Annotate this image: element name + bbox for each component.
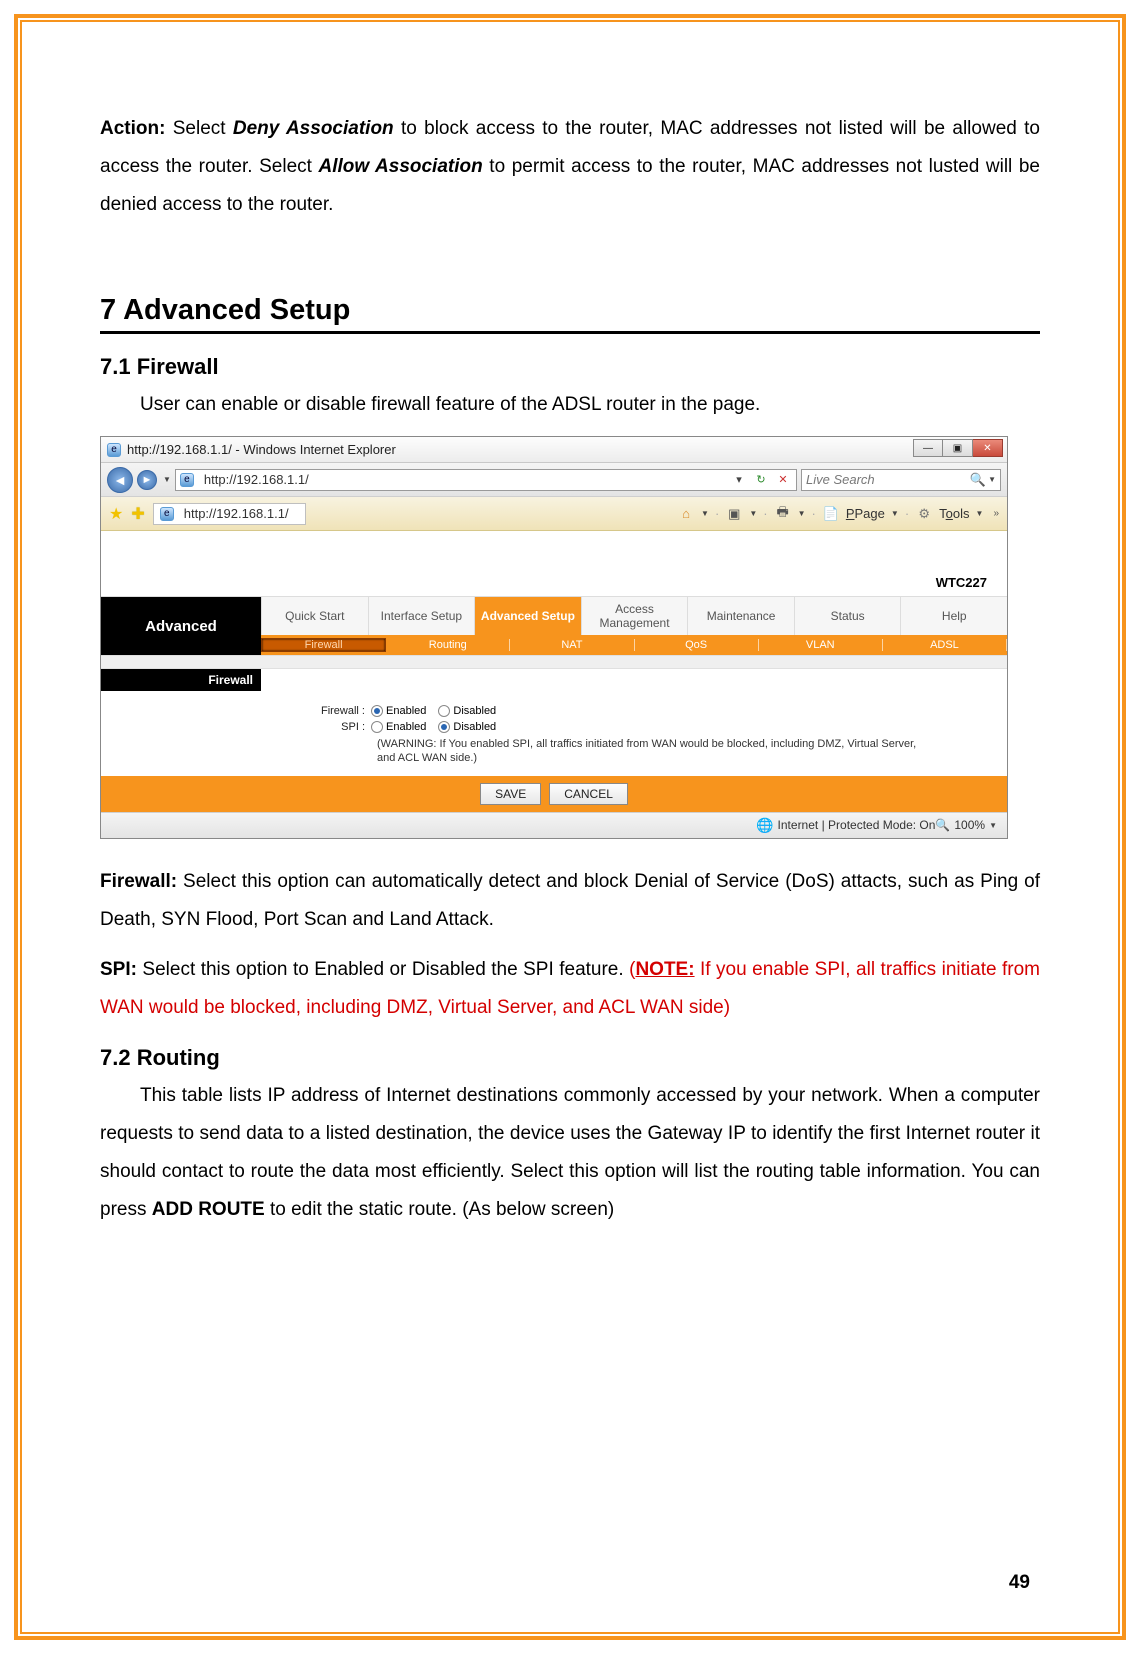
tab-advanced-setup[interactable]: Advanced Setup [474,597,581,635]
cancel-button[interactable]: CANCEL [549,783,628,805]
ie-nav-bar: ◄ ► ▼ e http://192.168.1.1/ ▾ ↻ ✕ Live S… [101,463,1007,497]
refresh-icon[interactable]: ↻ [752,473,770,486]
router-model: WTC227 [101,531,1007,596]
tab-quick-start[interactable]: Quick Start [261,597,368,635]
router-side-title: Advanced [101,597,261,655]
tools-menu-icon[interactable]: ⚙ [915,505,933,523]
router-sub-tabs: Firewall Routing NAT QoS VLAN ADSL [261,635,1007,655]
address-url: http://192.168.1.1/ [204,472,726,487]
tab-title: http://192.168.1.1/ [184,506,289,521]
address-dropdown-icon[interactable]: ▾ [730,473,748,486]
page-menu-icon[interactable]: 📄 [822,505,840,523]
firewall-settings: Firewall : Enabled Disabled SPI : Enable… [101,691,1007,776]
ie-favicon-icon: e [107,443,121,457]
minimize-button[interactable]: — [913,439,943,457]
tab-interface-setup[interactable]: Interface Setup [368,597,475,635]
address-bar[interactable]: e http://192.168.1.1/ ▾ ↻ ✕ [175,469,797,491]
tools-menu-label[interactable]: Tools [939,506,969,521]
radio-icon [371,705,383,717]
spi-enabled-option[interactable]: Enabled [371,721,426,733]
action-paragraph: Action: Select Deny Association to block… [100,110,1040,224]
search-placeholder: Live Search [806,472,875,487]
maximize-button[interactable]: ▣ [943,439,973,457]
subtab-firewall[interactable]: Firewall [261,638,386,652]
ie-favorites-bar: ★ ✚ e http://192.168.1.1/ ⌂▼ · ▣▼ · 🖶▼ ·… [101,497,1007,531]
page-number: 49 [1009,1572,1030,1594]
add-favorite-icon[interactable]: ✚ [131,504,144,524]
zoom-level: 100% [954,818,985,832]
subtab-vlan[interactable]: VLAN [759,639,883,651]
feeds-icon[interactable]: ▣ [725,505,743,523]
spi-row-label: SPI : [111,721,371,733]
tab-maintenance[interactable]: Maintenance [687,597,794,635]
router-main-tabs: Quick Start Interface Setup Advanced Set… [261,597,1007,635]
home-icon[interactable]: ⌂ [677,505,695,523]
radio-icon [438,721,450,733]
back-button[interactable]: ◄ [107,467,133,493]
save-button[interactable]: SAVE [480,783,541,805]
firewall-row-label: Firewall : [111,705,371,717]
ie-status-bar: 🌐 Internet | Protected Mode: On 🔍 100% ▼ [101,812,1007,838]
subtab-adsl[interactable]: ADSL [883,639,1007,651]
spi-warning-text: (WARNING: If You enabled SPI, all traffi… [377,737,937,766]
zoom-icon[interactable]: 🔍 [935,818,950,832]
favorites-star-icon[interactable]: ★ [109,504,123,524]
stop-icon[interactable]: ✕ [774,473,792,486]
para-7-1: User can enable or disable firewall feat… [100,386,1040,424]
para-7-2: This table lists IP address of Internet … [100,1077,1040,1229]
firewall-disabled-option[interactable]: Disabled [438,705,496,717]
ie-window-title: http://192.168.1.1/ - Windows Internet E… [127,442,396,457]
zoom-dropdown-icon[interactable]: ▼ [989,821,997,830]
search-icon[interactable]: 🔍 [970,472,986,488]
radio-icon [438,705,450,717]
toolbar-overflow-icon[interactable]: » [993,508,999,519]
address-favicon-icon: e [180,473,194,487]
internet-zone-icon: 🌐 [756,817,773,834]
heading-7-1: 7.1 Firewall [100,354,1040,380]
section-label-firewall: Firewall [101,669,261,691]
ie-window: e http://192.168.1.1/ - Windows Internet… [100,436,1008,839]
search-dropdown-icon[interactable]: ▼ [988,475,996,484]
heading-7: 7 Advanced Setup [100,294,1040,334]
nav-history-dropdown[interactable]: ▼ [163,475,171,484]
search-box[interactable]: Live Search 🔍 ▼ [801,469,1001,491]
radio-icon [371,721,383,733]
tab-status[interactable]: Status [794,597,901,635]
tab-favicon-icon: e [160,507,174,521]
firewall-desc: Firewall: Select this option can automat… [100,863,1040,939]
firewall-enabled-option[interactable]: Enabled [371,705,426,717]
subtab-nat[interactable]: NAT [510,639,634,651]
tab-access-management[interactable]: Access Management [581,597,688,635]
spi-disabled-option[interactable]: Disabled [438,721,496,733]
router-page: WTC227 Advanced Quick Start Interface Se… [101,531,1007,812]
browser-tab[interactable]: e http://192.168.1.1/ [153,503,306,525]
forward-button[interactable]: ► [137,470,157,490]
button-row: SAVE CANCEL [101,776,1007,812]
heading-7-2: 7.2 Routing [100,1045,1040,1071]
subtab-qos[interactable]: QoS [635,639,759,651]
print-icon[interactable]: 🖶 [774,505,792,523]
action-label: Action: [100,118,165,139]
status-zone-text: Internet | Protected Mode: On [778,818,936,832]
subtab-routing[interactable]: Routing [386,639,510,651]
page-menu-label[interactable]: PPage [846,506,885,521]
ie-titlebar: e http://192.168.1.1/ - Windows Internet… [101,437,1007,463]
close-button[interactable]: ✕ [973,439,1003,457]
tab-help[interactable]: Help [900,597,1007,635]
spi-desc: SPI: Select this option to Enabled or Di… [100,951,1040,1027]
